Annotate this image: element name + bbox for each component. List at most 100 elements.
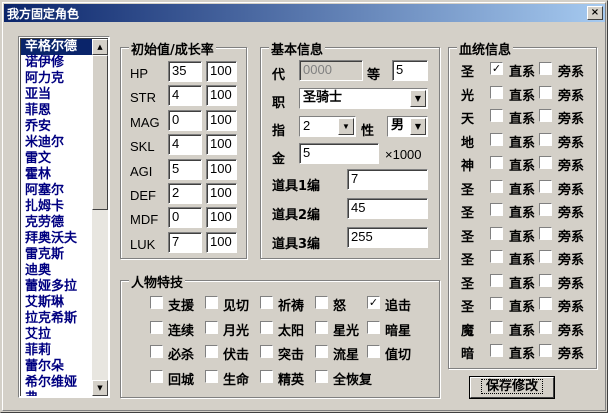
- character-list-item[interactable]: 扎姆卡: [21, 199, 92, 215]
- stat-initial-field[interactable]: 35: [168, 61, 202, 82]
- bloodline-side-checkbox[interactable]: [539, 156, 552, 169]
- stat-initial-field[interactable]: 4: [168, 85, 202, 107]
- skill-checkbox[interactable]: [205, 320, 218, 334]
- character-list-item[interactable]: 蕾娅多拉: [21, 279, 92, 295]
- list-scrollbar[interactable]: ▲ ▼: [92, 39, 108, 396]
- character-list-item[interactable]: 拜奥沃夫: [21, 231, 92, 247]
- character-list-item[interactable]: 弗: [21, 391, 92, 396]
- close-button[interactable]: ×: [587, 6, 603, 20]
- bloodline-direct-checkbox[interactable]: [490, 273, 503, 287]
- skill-checkbox[interactable]: [150, 369, 163, 383]
- skill-checkbox[interactable]: [260, 345, 273, 358]
- bloodline-side-checkbox[interactable]: [539, 250, 552, 263]
- skill-checkbox[interactable]: [367, 320, 380, 334]
- bloodline-direct-checkbox[interactable]: [490, 297, 503, 310]
- gold-field[interactable]: 5: [299, 143, 379, 164]
- save-button[interactable]: 保存修改: [470, 377, 554, 398]
- skill-checkbox[interactable]: [205, 369, 218, 383]
- stat-growth-field[interactable]: 100: [206, 85, 237, 107]
- character-list-item[interactable]: 迪奥: [21, 263, 92, 279]
- bloodline-side-checkbox[interactable]: [539, 297, 552, 310]
- bloodline-side-checkbox[interactable]: [539, 85, 552, 99]
- character-list-item[interactable]: 阿塞尔: [21, 183, 92, 199]
- leader-dropdown-button[interactable]: ▼: [338, 118, 354, 135]
- bloodline-direct-checkbox[interactable]: [490, 226, 503, 240]
- skill-checkbox[interactable]: [260, 320, 273, 334]
- bloodline-side-checkbox[interactable]: [539, 344, 552, 357]
- character-list-item[interactable]: 乔安: [21, 119, 92, 135]
- character-list-item[interactable]: 菲恩: [21, 103, 92, 119]
- skill-checkbox[interactable]: [205, 345, 218, 358]
- stat-initial-field[interactable]: 7: [168, 231, 202, 253]
- stat-growth-field[interactable]: 100: [206, 109, 237, 131]
- skill-checkbox[interactable]: [150, 320, 163, 334]
- class-combo[interactable]: 圣骑士 ▼: [299, 88, 428, 109]
- leader-combo[interactable]: 2 ▼: [299, 116, 356, 137]
- skill-checkbox[interactable]: [367, 345, 380, 358]
- bloodline-direct-checkbox[interactable]: [490, 179, 503, 193]
- character-list-item[interactable]: 菲莉: [21, 343, 92, 359]
- stat-growth-field[interactable]: 100: [206, 61, 237, 82]
- bloodline-direct-checkbox[interactable]: [490, 203, 503, 216]
- bloodline-direct-checkbox[interactable]: [490, 156, 503, 169]
- character-list-item[interactable]: 辛格尔德: [21, 39, 92, 55]
- stat-growth-field[interactable]: 100: [206, 183, 237, 204]
- bloodline-side-checkbox[interactable]: [539, 273, 552, 287]
- bloodline-direct-checkbox[interactable]: [490, 132, 503, 146]
- character-list-item[interactable]: 雷文: [21, 151, 92, 167]
- scroll-thumb[interactable]: [92, 55, 108, 210]
- character-list-item[interactable]: 米迪尔: [21, 135, 92, 151]
- stat-growth-field[interactable]: 100: [206, 158, 237, 180]
- bloodline-side-checkbox[interactable]: [539, 62, 552, 75]
- bloodline-direct-checkbox[interactable]: [490, 344, 503, 357]
- character-list-item[interactable]: 霍林: [21, 167, 92, 183]
- skill-checkbox[interactable]: [315, 345, 328, 358]
- gender-dropdown-button[interactable]: ▼: [410, 118, 426, 135]
- skill-checkbox[interactable]: [205, 296, 218, 309]
- title-bar[interactable]: 我方固定角色 ×: [4, 4, 605, 22]
- skill-checkbox[interactable]: [315, 296, 328, 309]
- bloodline-direct-checkbox[interactable]: [490, 85, 503, 99]
- stat-initial-field[interactable]: 4: [168, 134, 202, 156]
- item-slot-field[interactable]: 45: [347, 198, 428, 219]
- item-slot-field[interactable]: 7: [347, 169, 428, 190]
- bloodline-direct-checkbox[interactable]: [490, 250, 503, 263]
- character-list-item[interactable]: 希尔维娅: [21, 375, 92, 391]
- stat-initial-field[interactable]: 0: [168, 207, 202, 229]
- character-listbox[interactable]: 辛格尔德 诺伊修 阿力克 亚当 菲恩 乔安 米迪尔 雷文 霍林 阿塞尔 扎姆卡 克劳德 拜奥沃夫 雷克斯迪…: [18, 36, 110, 398]
- bloodline-side-checkbox[interactable]: [539, 109, 552, 122]
- character-list-item[interactable]: 蕾尔朵: [21, 359, 92, 375]
- bloodline-side-checkbox[interactable]: [539, 320, 552, 334]
- stat-initial-field[interactable]: 0: [168, 109, 202, 131]
- stat-growth-field[interactable]: 100: [206, 207, 237, 229]
- scroll-down-button[interactable]: ▼: [92, 380, 108, 396]
- bloodline-side-checkbox[interactable]: [539, 179, 552, 193]
- bloodline-direct-checkbox[interactable]: [490, 109, 503, 122]
- skill-checkbox[interactable]: [260, 369, 273, 383]
- skill-checkbox[interactable]: [150, 345, 163, 358]
- scroll-up-button[interactable]: ▲: [92, 39, 108, 55]
- skill-checkbox[interactable]: [260, 296, 273, 309]
- skill-checkbox[interactable]: [315, 369, 328, 383]
- class-dropdown-button[interactable]: ▼: [410, 90, 426, 107]
- skill-checkbox[interactable]: ✓: [367, 296, 380, 309]
- stat-initial-field[interactable]: 5: [168, 158, 202, 180]
- gender-combo[interactable]: 男 ▼: [387, 116, 428, 137]
- stat-initial-field[interactable]: 2: [168, 183, 202, 204]
- level-field[interactable]: 5: [392, 60, 428, 81]
- character-list-item[interactable]: 拉克希斯: [21, 311, 92, 327]
- character-list-item[interactable]: 克劳德: [21, 215, 92, 231]
- stat-growth-field[interactable]: 100: [206, 134, 237, 156]
- character-list-item[interactable]: 阿力克: [21, 71, 92, 87]
- character-list-item[interactable]: 艾拉: [21, 327, 92, 343]
- bloodline-side-checkbox[interactable]: [539, 203, 552, 216]
- bloodline-direct-checkbox[interactable]: ✓: [490, 62, 503, 75]
- item-slot-field[interactable]: 255: [347, 227, 428, 248]
- skill-checkbox[interactable]: [315, 320, 328, 334]
- bloodline-side-checkbox[interactable]: [539, 226, 552, 240]
- stat-growth-field[interactable]: 100: [206, 231, 237, 253]
- character-list-item[interactable]: 艾斯琳: [21, 295, 92, 311]
- bloodline-direct-checkbox[interactable]: [490, 320, 503, 334]
- character-list-item[interactable]: 雷克斯: [21, 247, 92, 263]
- skill-checkbox[interactable]: [150, 296, 163, 309]
